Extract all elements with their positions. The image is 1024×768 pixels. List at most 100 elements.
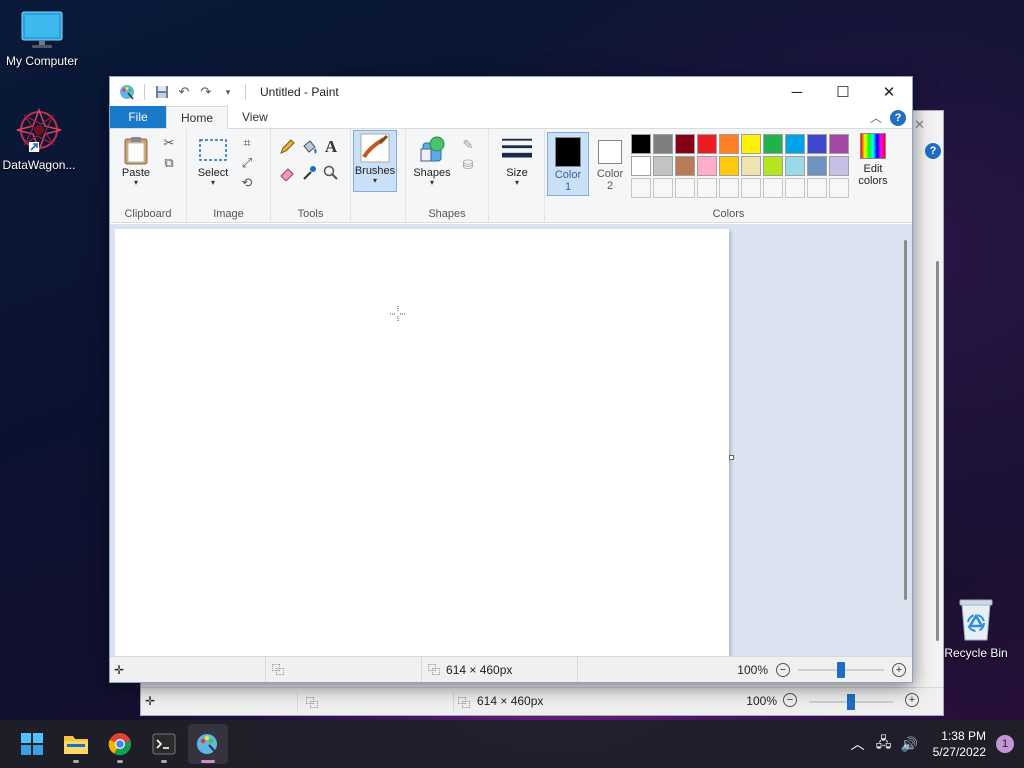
save-icon[interactable] bbox=[153, 83, 171, 101]
palette-custom-color-slot[interactable] bbox=[719, 178, 739, 198]
maximize-button[interactable]: ☐ bbox=[820, 77, 866, 107]
cut-icon[interactable]: ✂ bbox=[159, 133, 179, 153]
desktop-icon-recycle-bin[interactable]: Recycle Bin bbox=[934, 596, 1018, 660]
palette-custom-color-slot[interactable] bbox=[631, 178, 651, 198]
outline-icon[interactable]: ✎ bbox=[458, 135, 478, 155]
show-hidden-icons-chevron-icon[interactable]: ︿ bbox=[845, 734, 871, 754]
palette-color-swatch[interactable] bbox=[697, 156, 717, 176]
tab-home[interactable]: Home bbox=[166, 106, 229, 129]
palette-color-swatch[interactable] bbox=[807, 156, 827, 176]
palette-custom-color-slot[interactable] bbox=[829, 178, 849, 198]
fill-bucket-icon[interactable] bbox=[299, 137, 319, 157]
palette-color-swatch[interactable] bbox=[741, 134, 761, 154]
palette-custom-color-slot[interactable] bbox=[697, 178, 717, 198]
magnifier-icon[interactable] bbox=[321, 163, 341, 183]
palette-color-swatch[interactable] bbox=[785, 134, 805, 154]
edit-colors-button[interactable]: Edit colors bbox=[855, 133, 891, 187]
palette-color-swatch[interactable] bbox=[741, 156, 761, 176]
help-icon[interactable]: ? bbox=[890, 109, 906, 126]
palette-color-swatch[interactable] bbox=[785, 156, 805, 176]
fill-icon[interactable]: ⛁ bbox=[458, 155, 478, 175]
taskbar-paint[interactable] bbox=[188, 724, 228, 764]
scrollbar-thumb[interactable] bbox=[904, 240, 907, 600]
palette-color-swatch[interactable] bbox=[697, 134, 717, 154]
copy-icon[interactable]: ⧉ bbox=[159, 153, 179, 173]
zoom-slider[interactable] bbox=[798, 662, 884, 678]
palette-color-swatch[interactable] bbox=[763, 156, 783, 176]
help-icon[interactable]: ? bbox=[925, 143, 941, 159]
vertical-scrollbar[interactable] bbox=[902, 232, 910, 602]
undo-icon[interactable]: ↶ bbox=[175, 83, 193, 101]
taskbar-file-explorer[interactable] bbox=[56, 724, 96, 764]
palette-custom-color-slot[interactable] bbox=[785, 178, 805, 198]
window-title: Untitled - Paint bbox=[260, 85, 339, 99]
paint-app-icon[interactable] bbox=[118, 83, 136, 101]
palette-color-swatch[interactable] bbox=[653, 134, 673, 154]
palette-color-swatch[interactable] bbox=[719, 134, 739, 154]
canvas-size: ⿻ 614 × 460px bbox=[422, 657, 578, 682]
size-button[interactable]: Size ▾ bbox=[495, 133, 539, 195]
volume-icon[interactable]: 🔊 bbox=[897, 736, 923, 753]
palette-color-swatch[interactable] bbox=[719, 156, 739, 176]
palette-custom-color-slot[interactable] bbox=[741, 178, 761, 198]
palette-color-swatch[interactable] bbox=[829, 134, 849, 154]
zoom-slider-knob[interactable] bbox=[847, 694, 855, 710]
palette-color-swatch[interactable] bbox=[763, 134, 783, 154]
paint-window[interactable]: ↶ ↷ ▾ Untitled - Paint ─ ☐ ✕ File Home V… bbox=[109, 76, 913, 683]
zoom-slider-knob[interactable] bbox=[837, 662, 845, 678]
palette-color-swatch[interactable] bbox=[653, 156, 673, 176]
canvas-workspace[interactable] bbox=[110, 224, 912, 656]
palette-custom-color-slot[interactable] bbox=[675, 178, 695, 198]
eraser-icon[interactable] bbox=[277, 163, 297, 183]
desktop-icon-datawagon[interactable]: DataWagon... bbox=[0, 106, 81, 172]
resize-icon[interactable]: ⤢ bbox=[237, 153, 257, 173]
desktop-icon-my-computer[interactable]: My Computer bbox=[0, 10, 84, 68]
collapse-ribbon-icon[interactable]: ︿ bbox=[870, 109, 882, 126]
palette-color-swatch[interactable] bbox=[829, 156, 849, 176]
selection-rectangle-icon bbox=[198, 135, 228, 165]
taskbar-terminal[interactable] bbox=[144, 724, 184, 764]
tab-file[interactable]: File bbox=[110, 106, 166, 128]
palette-custom-color-slot[interactable] bbox=[653, 178, 673, 198]
redo-icon[interactable]: ↷ bbox=[197, 83, 215, 101]
color-picker-icon[interactable] bbox=[299, 163, 319, 183]
zoom-in-button[interactable]: + bbox=[892, 663, 906, 677]
paste-button[interactable]: Paste ▾ bbox=[114, 133, 158, 195]
start-button[interactable] bbox=[12, 724, 52, 764]
close-icon[interactable]: ✕ bbox=[914, 117, 925, 133]
palette-custom-color-slot[interactable] bbox=[763, 178, 783, 198]
minimize-button[interactable]: ─ bbox=[774, 77, 820, 107]
color2-button[interactable]: Color 2 bbox=[589, 132, 631, 196]
title-bar[interactable]: ↶ ↷ ▾ Untitled - Paint ─ ☐ ✕ bbox=[110, 77, 912, 107]
text-tool-icon[interactable]: A bbox=[321, 137, 341, 157]
selection-icon: ⿻ bbox=[297, 692, 318, 712]
customize-quick-access-icon[interactable]: ▾ bbox=[219, 83, 237, 101]
clock[interactable]: 1:38 PM 5/27/2022 bbox=[933, 728, 986, 760]
select-button[interactable]: Select ▾ bbox=[191, 133, 235, 195]
palette-color-swatch[interactable] bbox=[807, 134, 827, 154]
edit-colors-icon bbox=[860, 133, 886, 159]
palette-color-swatch[interactable] bbox=[675, 134, 695, 154]
canvas-resize-handle-right[interactable] bbox=[729, 455, 734, 460]
scrollbar-thumb[interactable] bbox=[936, 261, 939, 641]
palette-color-swatch[interactable] bbox=[675, 156, 695, 176]
color1-button[interactable]: Color 1 bbox=[547, 132, 589, 196]
clock-time: 1:38 PM bbox=[941, 729, 986, 743]
notification-badge[interactable]: 1 bbox=[996, 735, 1014, 753]
zoom-out-button[interactable]: − bbox=[783, 693, 797, 707]
zoom-in-button[interactable]: + bbox=[905, 693, 919, 707]
palette-color-swatch[interactable] bbox=[631, 156, 651, 176]
pencil-icon[interactable] bbox=[277, 137, 297, 157]
taskbar-chrome[interactable] bbox=[100, 724, 140, 764]
close-button[interactable]: ✕ bbox=[866, 77, 912, 107]
brushes-button[interactable]: Brushes ▾ bbox=[353, 130, 397, 192]
rotate-icon[interactable]: ⟲ bbox=[237, 173, 257, 193]
palette-custom-color-slot[interactable] bbox=[807, 178, 827, 198]
palette-color-swatch[interactable] bbox=[631, 134, 651, 154]
crop-icon[interactable]: ⌗ bbox=[237, 133, 257, 153]
drawing-canvas[interactable] bbox=[115, 229, 729, 656]
tab-view[interactable]: View bbox=[228, 106, 282, 128]
zoom-out-button[interactable]: − bbox=[776, 663, 790, 677]
shapes-button[interactable]: Shapes ▾ bbox=[410, 133, 454, 195]
network-icon[interactable]: 🖧 bbox=[871, 732, 897, 756]
